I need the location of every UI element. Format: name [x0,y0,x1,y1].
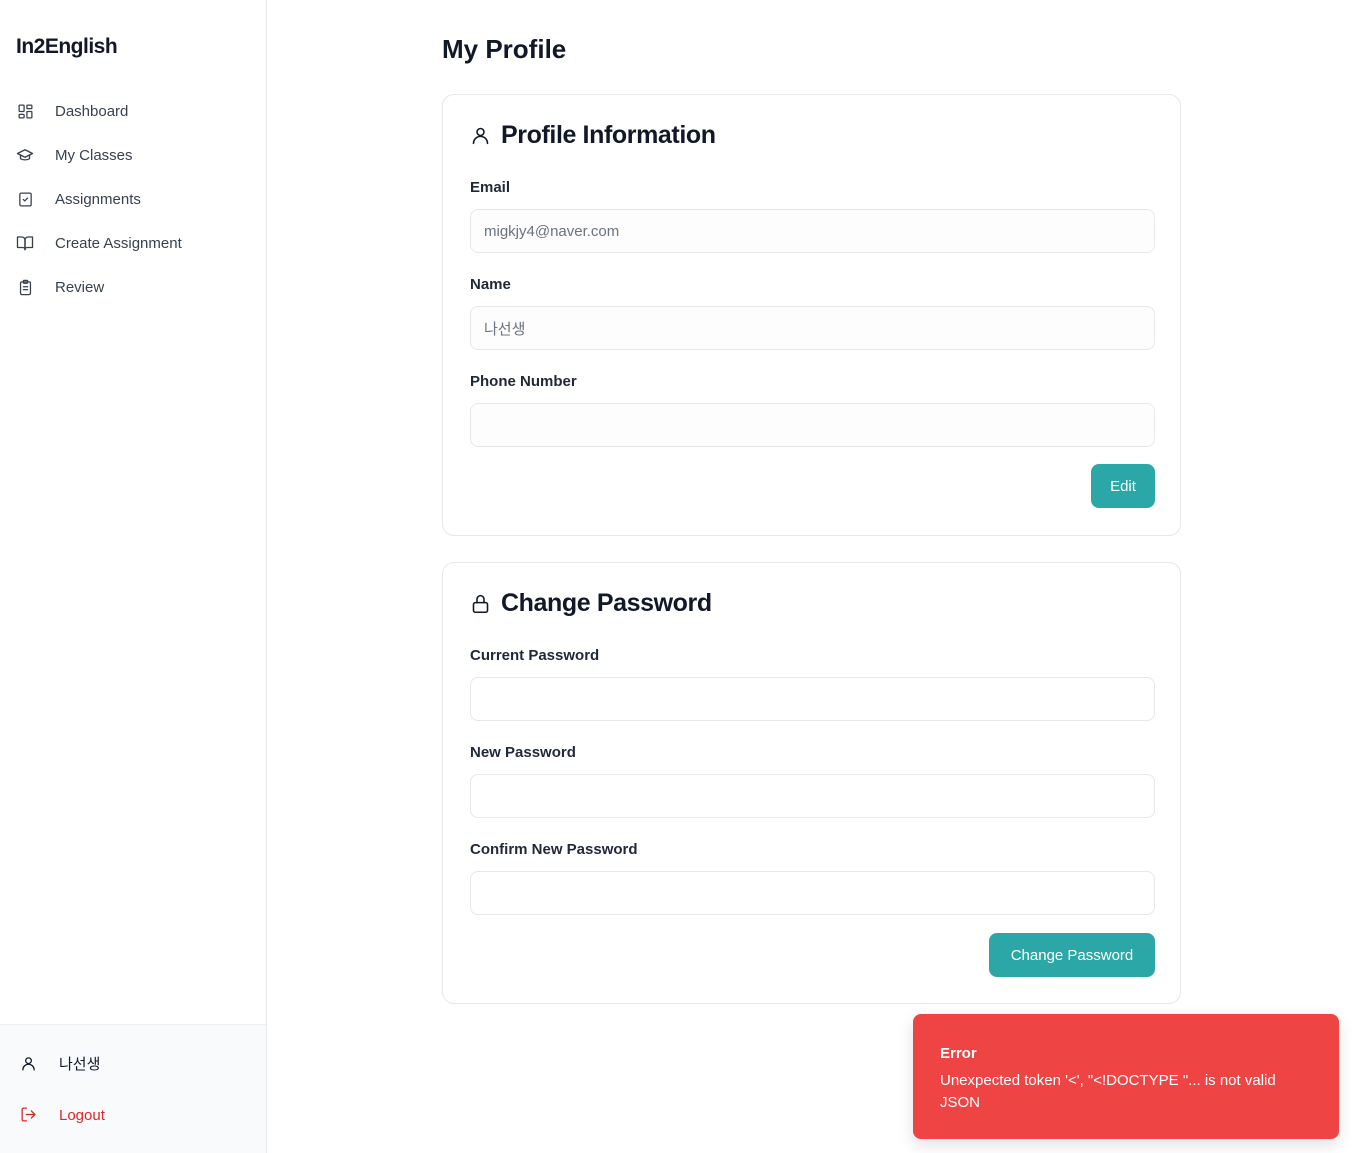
card-title: Profile Information [501,121,716,149]
sidebar-item-create-assignment[interactable]: Create Assignment [0,221,266,265]
current-password-label: Current Password [470,647,600,664]
sidebar-item-my-classes[interactable]: My Classes [0,133,266,177]
edit-button[interactable]: Edit [1091,464,1155,508]
new-password-field[interactable] [470,774,1155,818]
toast-title: Error [940,1045,977,1062]
email-label: Email [470,179,511,196]
sidebar-item-label: Assignments [55,190,141,208]
sidebar-item-label: My Classes [55,146,133,164]
logout-label: Logout [59,1106,105,1124]
email-field[interactable] [470,209,1155,253]
card-header: Change Password [470,589,712,618]
sidebar-item-assignments[interactable]: Assignments [0,177,266,221]
dashboard-grid-icon [16,102,34,120]
main-content: My Profile Profile Information Email Nam… [267,0,1359,1153]
name-field[interactable] [470,306,1155,350]
lock-icon [470,593,492,615]
logout-button[interactable]: Logout [20,1106,105,1124]
change-password-card: Change Password Current Password New Pas… [442,562,1181,1004]
brand-logo[interactable]: In2English [16,35,118,59]
error-toast[interactable]: Error Unexpected token '<', "<!DOCTYPE "… [913,1014,1339,1139]
confirm-password-label: Confirm New Password [470,841,638,858]
clipboard-check-icon [16,190,34,208]
page-title: My Profile [442,34,567,64]
sidebar-item-review[interactable]: Review [0,265,266,309]
name-label: Name [470,276,511,293]
phone-field[interactable] [470,403,1155,447]
toast-message: Unexpected token '<', "<!DOCTYPE "... is… [940,1072,1276,1111]
phone-label: Phone Number [470,373,577,390]
graduation-cap-icon [16,146,34,164]
new-password-label: New Password [470,744,576,761]
user-icon [470,125,492,147]
clipboard-list-icon [16,278,34,296]
sidebar: In2English Dashboard My Classes Assignme… [0,0,267,1153]
sidebar-nav: Dashboard My Classes Assignments Create … [0,89,266,309]
open-book-icon [16,234,34,252]
card-title: Change Password [501,589,712,617]
sidebar-item-dashboard[interactable]: Dashboard [0,89,266,133]
sidebar-footer: 나선생 Logout [0,1024,266,1153]
current-user[interactable]: 나선생 [20,1053,100,1074]
change-password-button[interactable]: Change Password [989,933,1155,977]
confirm-password-field[interactable] [470,871,1155,915]
profile-information-card: Profile Information Email Name Phone Num… [442,94,1181,536]
sidebar-item-label: Review [55,278,105,296]
logout-icon [20,1106,38,1124]
card-header: Profile Information [470,121,716,150]
sidebar-item-label: Dashboard [55,102,129,120]
user-icon [20,1055,38,1073]
current-password-field[interactable] [470,677,1155,721]
sidebar-item-label: Create Assignment [55,234,182,252]
user-name: 나선생 [59,1056,101,1073]
